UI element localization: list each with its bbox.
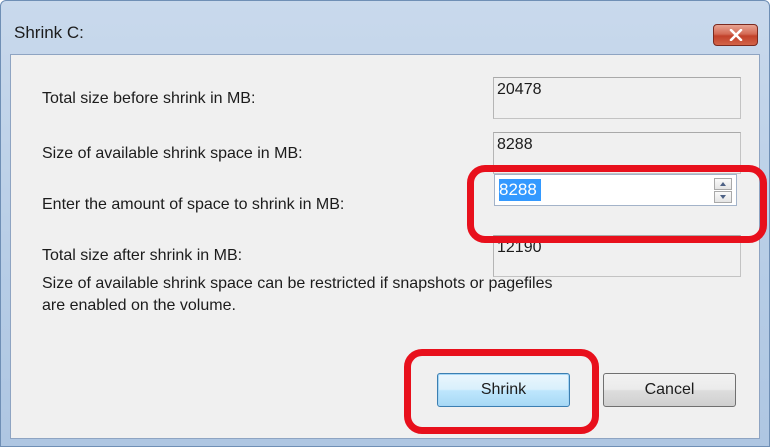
- cancel-button[interactable]: Cancel: [603, 373, 736, 407]
- restriction-note: Size of available shrink space can be re…: [42, 273, 553, 317]
- dialog-window: Shrink C: Total size before shrink in MB…: [0, 0, 770, 447]
- window-title: Shrink C:: [14, 23, 84, 42]
- dialog-client-area: Total size before shrink in MB: 20478 Si…: [10, 54, 760, 439]
- close-icon: [729, 29, 742, 41]
- restriction-note-line-2: are enabled on the volume.: [42, 297, 236, 314]
- shrink-button-highlight-annotation: [404, 349, 599, 434]
- input-highlight-annotation: [467, 165, 767, 243]
- title-bar[interactable]: Shrink C:: [1, 1, 769, 53]
- shrink-amount-label: Enter the amount of space to shrink in M…: [42, 196, 345, 213]
- close-button[interactable]: [713, 24, 758, 46]
- restriction-note-line-1: Size of available shrink space can be re…: [42, 275, 553, 292]
- total-before-value: 20478: [493, 77, 741, 119]
- available-space-label: Size of available shrink space in MB:: [42, 145, 303, 162]
- total-after-label: Total size after shrink in MB:: [42, 247, 243, 264]
- total-before-label: Total size before shrink in MB:: [42, 90, 256, 107]
